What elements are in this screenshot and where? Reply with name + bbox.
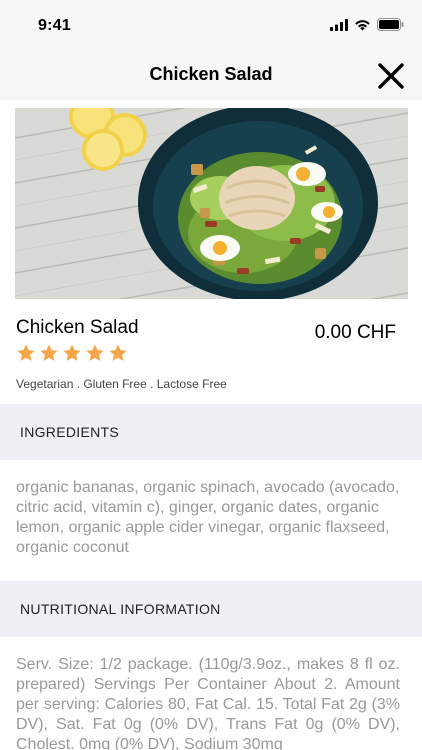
signal-icon [330, 18, 348, 31]
close-button[interactable] [376, 61, 406, 91]
star-icon [40, 344, 58, 361]
status-bar: 9:41 [0, 0, 422, 50]
wifi-icon [355, 19, 370, 30]
ingredients-header: INGREDIENTS [0, 404, 422, 460]
status-time: 9:41 [38, 17, 71, 34]
ingredients-header-label: INGREDIENTS [20, 424, 119, 440]
rating-stars [16, 343, 128, 363]
nutrition-text: Serv. Size: 1/2 package. (110g/3.9oz., m… [16, 656, 400, 750]
nav-bar: Chicken Salad [0, 50, 422, 100]
star-icon [86, 344, 104, 361]
nutrition-header-label: NUTRITIONAL INFORMATION [20, 601, 221, 617]
status-icons [330, 18, 404, 31]
star-icon [17, 344, 35, 361]
star-icon [109, 344, 127, 361]
battery-icon [377, 18, 404, 31]
nutrition-header: NUTRITIONAL INFORMATION [0, 581, 422, 637]
page-title: Chicken Salad [149, 64, 273, 84]
close-icon [378, 63, 404, 89]
ingredients-text: organic bananas, organic spinach, avocad… [16, 479, 400, 556]
star-icon [63, 344, 81, 361]
dietary-tags: Vegetarian . Gluten Free . Lactose Free [16, 377, 227, 391]
product-image [15, 108, 408, 299]
product-name: Chicken Salad [16, 317, 139, 338]
product-price: 0.00 CHF [314, 322, 396, 343]
